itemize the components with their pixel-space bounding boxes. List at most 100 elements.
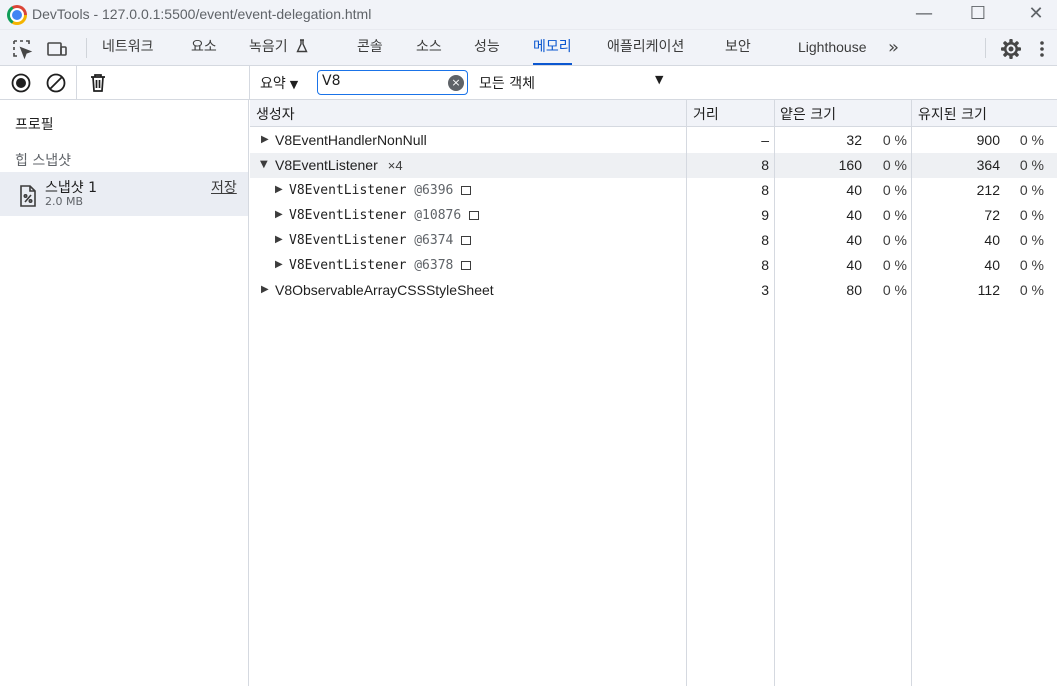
retained-size-percent: 0 % (1019, 132, 1044, 148)
distance-value: 8 (761, 257, 769, 273)
retained-size-value: 900 (976, 132, 1000, 148)
column-divider[interactable] (686, 100, 687, 686)
heap-summary-grid: 생성자 거리 얕은 크기 유지된 크기 ▶ V8EventHandlerNonN… (250, 100, 1057, 686)
tab-console[interactable]: 콘솔 (357, 30, 383, 65)
window-title: DevTools - 127.0.0.1:5500/event/event-de… (32, 6, 372, 22)
snapshot-size: 2.0 MB (45, 195, 84, 208)
header-retained-size[interactable]: 유지된 크기 (918, 104, 987, 124)
object-filter-label: 모든 객체 (479, 76, 535, 92)
close-window-button[interactable]: ✕ (1008, 0, 1057, 30)
tab-memory[interactable]: 메모리 (533, 30, 572, 65)
device-toolbar-icon[interactable] (46, 38, 68, 60)
expand-triangle-icon[interactable]: ▶ (275, 234, 283, 245)
memory-toolbar: 요약 ▼ 모든 객체 (0, 66, 1057, 100)
constructor-name: V8ObservableArrayCSSStyleSheet (275, 282, 494, 298)
profiles-title: 프로필 (15, 117, 54, 133)
tab-separator (86, 38, 87, 58)
retained-size-value: 212 (976, 182, 1000, 198)
table-row[interactable]: ▶ V8EventHandlerNonNull – 32 0 % 900 0 % (250, 128, 1057, 153)
heap-snapshot-section-title: 힙 스냅샷 (15, 153, 71, 169)
grid-header: 생성자 거리 얕은 크기 유지된 크기 (250, 100, 1057, 127)
tab-application[interactable]: 애플리케이션 (607, 30, 684, 65)
view-select-label: 요약 (260, 76, 286, 92)
gear-icon[interactable] (1000, 38, 1022, 60)
minimize-button[interactable]: — (896, 0, 952, 30)
expand-triangle-icon[interactable]: ▶ (275, 184, 283, 195)
store-as-global-icon[interactable] (461, 236, 472, 245)
column-divider[interactable] (911, 100, 912, 686)
distance-value: 8 (761, 182, 769, 198)
store-as-global-icon[interactable] (461, 261, 472, 270)
class-filter-value: V8 (322, 73, 341, 89)
clear-icon[interactable] (45, 72, 67, 94)
shallow-size-percent: 0 % (882, 132, 907, 148)
distance-value: 9 (761, 207, 769, 223)
instance-name: V8EventListener @6374 (289, 233, 472, 248)
expand-triangle-icon[interactable]: ▶ (261, 284, 269, 295)
maximize-button[interactable]: ☐ (950, 0, 1006, 30)
retained-size-percent: 0 % (1019, 257, 1044, 273)
table-row[interactable]: ▶ V8EventListener @10876 9 40 0 % 72 0 % (250, 203, 1057, 228)
shallow-size-percent: 0 % (882, 282, 907, 298)
tab-elements[interactable]: 요소 (191, 30, 217, 65)
expand-triangle-icon[interactable]: ▶ (261, 134, 269, 145)
header-shallow-size[interactable]: 얕은 크기 (780, 104, 836, 124)
shallow-size-percent: 0 % (882, 232, 907, 248)
shallow-size-value: 40 (846, 257, 862, 273)
object-id: @6378 (414, 258, 454, 273)
trash-icon[interactable] (87, 72, 109, 94)
shallow-size-percent: 0 % (882, 207, 907, 223)
constructor-name: V8EventHandlerNonNull (275, 132, 427, 148)
snapshot-name: 스냅샷 1 (45, 180, 97, 196)
tab-security[interactable]: 보안 (725, 30, 751, 65)
header-distance[interactable]: 거리 (693, 104, 719, 124)
table-row[interactable]: ▶ V8EventListener @6374 8 40 0 % 40 0 % (250, 228, 1057, 253)
snapshot-item[interactable]: 스냅샷 1 2.0 MB 저장 (0, 172, 248, 216)
tab-network[interactable]: 네트워크 (102, 30, 154, 65)
kebab-menu-icon[interactable] (1036, 38, 1048, 60)
header-constructor[interactable]: 생성자 (256, 104, 295, 124)
instance-constructor: V8EventListener (289, 183, 407, 198)
instance-constructor: V8EventListener (289, 258, 407, 273)
shallow-size-value: 32 (846, 132, 862, 148)
object-filter-select[interactable]: 모든 객체 (479, 73, 535, 93)
record-icon[interactable] (10, 72, 32, 94)
shallow-size-value: 80 (846, 282, 862, 298)
more-tabs-button[interactable]: » (888, 30, 899, 65)
retained-size-percent: 0 % (1019, 207, 1044, 223)
window-title-bar: DevTools - 127.0.0.1:5500/event/event-de… (0, 0, 1057, 30)
retained-size-percent: 0 % (1019, 157, 1044, 173)
instance-name: V8EventListener @10876 (289, 208, 480, 223)
instance-name: V8EventListener @6378 (289, 258, 472, 273)
store-as-global-icon[interactable] (469, 211, 480, 220)
table-row[interactable]: ▶ V8EventListener @6396 8 40 0 % 212 0 % (250, 178, 1057, 203)
shallow-size-value: 40 (846, 182, 862, 198)
expand-triangle-icon[interactable]: ▶ (275, 209, 283, 220)
collapse-triangle-icon[interactable]: ▼ (260, 159, 268, 170)
table-row[interactable]: ▼ V8EventListener ×4 8 160 0 % 364 0 % (250, 153, 1057, 178)
constructor-label: V8EventListener (275, 157, 378, 173)
chevron-down-icon[interactable]: ▼ (655, 73, 663, 86)
save-snapshot-link[interactable]: 저장 (211, 177, 237, 197)
object-id: @10876 (414, 208, 462, 223)
column-divider[interactable] (774, 100, 775, 686)
class-filter-input[interactable]: V8 × (317, 70, 468, 95)
clear-filter-button[interactable]: × (448, 75, 464, 91)
table-row[interactable]: ▶ V8ObservableArrayCSSStyleSheet 3 80 0 … (250, 278, 1057, 303)
retained-size-percent: 0 % (1019, 182, 1044, 198)
view-select[interactable]: 요약 ▼ (260, 73, 298, 93)
tab-sources[interactable]: 소스 (416, 30, 442, 65)
tab-recorder[interactable]: 녹음기 (249, 30, 308, 65)
shallow-size-value: 40 (846, 232, 862, 248)
retained-size-value: 40 (984, 232, 1000, 248)
instance-name: V8EventListener @6396 (289, 183, 472, 198)
store-as-global-icon[interactable] (461, 186, 472, 195)
tab-lighthouse[interactable]: Lighthouse (798, 30, 867, 65)
expand-triangle-icon[interactable]: ▶ (275, 259, 283, 270)
object-id: @6374 (414, 233, 454, 248)
table-row[interactable]: ▶ V8EventListener @6378 8 40 0 % 40 0 % (250, 253, 1057, 278)
constructor-name: V8EventListener ×4 (275, 157, 403, 173)
retained-size-value: 112 (977, 282, 1000, 298)
tab-performance[interactable]: 성능 (474, 30, 500, 65)
inspect-element-icon[interactable] (11, 38, 33, 60)
